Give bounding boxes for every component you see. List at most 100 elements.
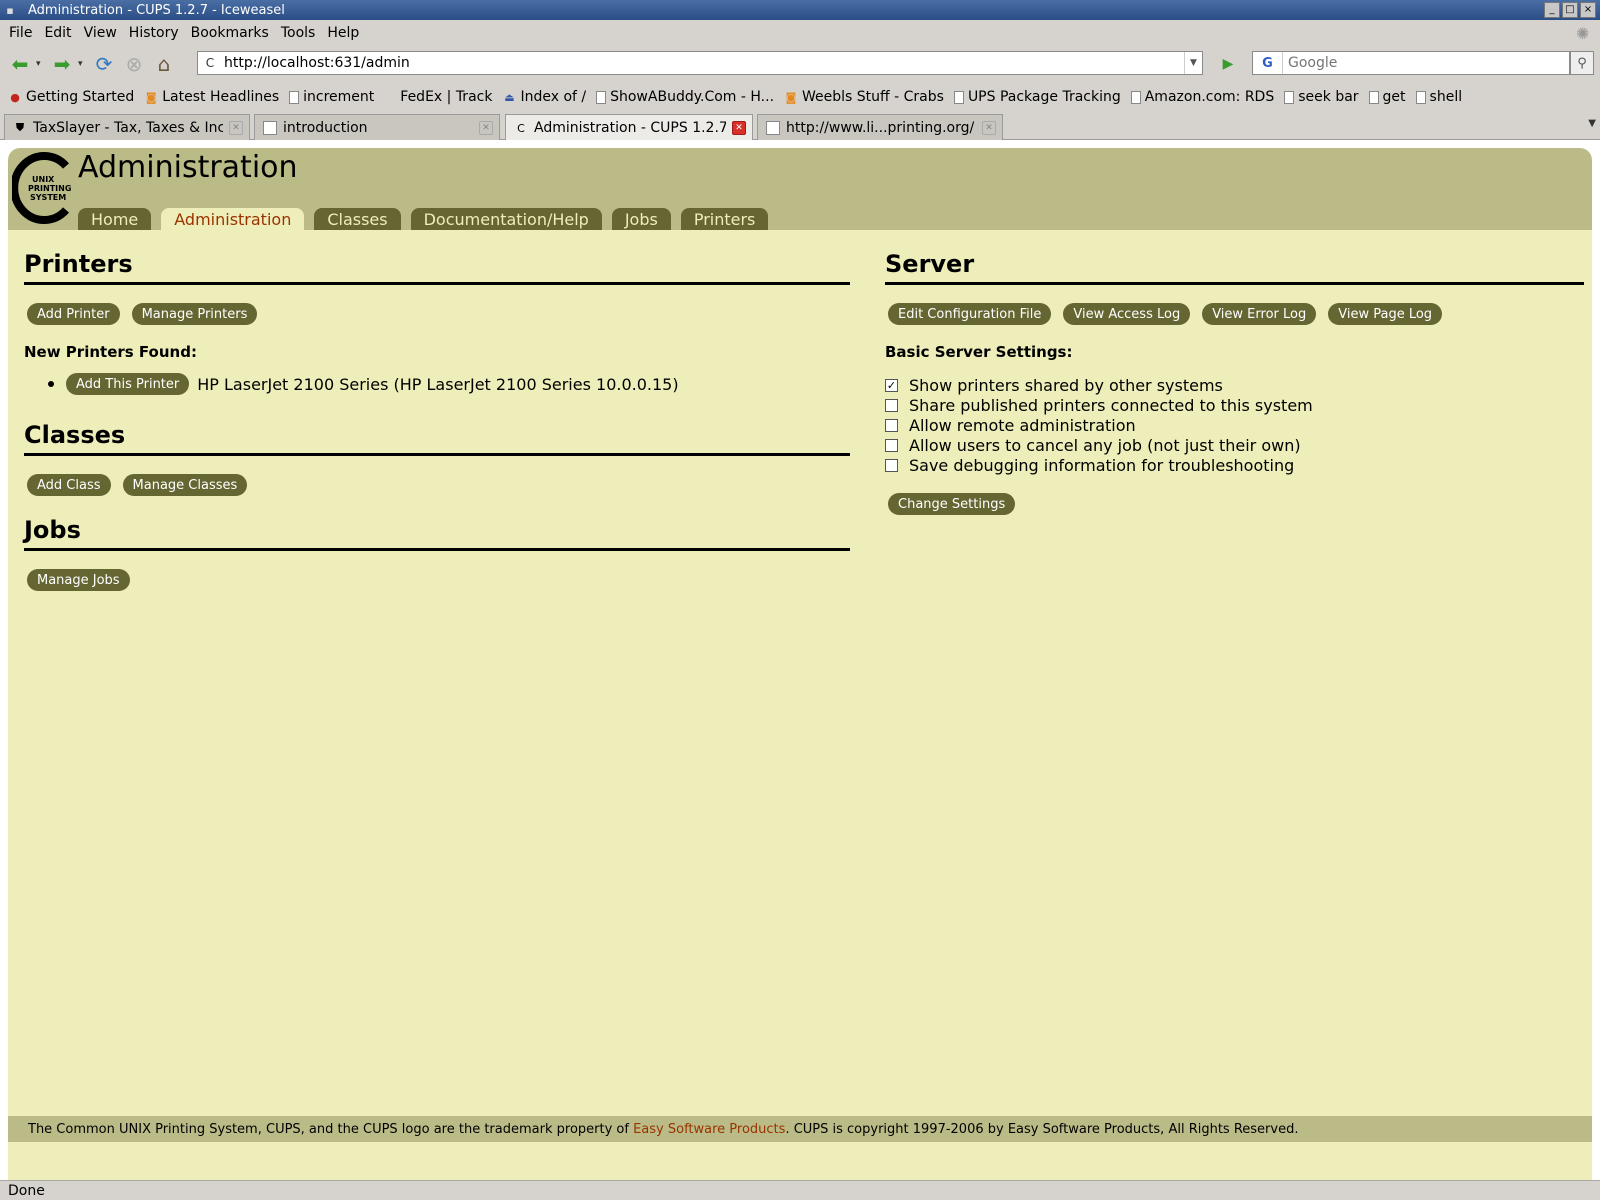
window-menu-icon[interactable]: ▪ (0, 0, 20, 20)
footer-text-pre: The Common UNIX Printing System, CUPS, a… (28, 1121, 634, 1137)
url-input[interactable] (224, 55, 1184, 71)
navtab-home[interactable]: Home (78, 208, 152, 230)
setting-allow-remote-admin: Allow remote administration (885, 415, 1584, 435)
bookmark-amazon-rds[interactable]: Amazon.com: RDS (1130, 89, 1274, 105)
back-history-dropdown-icon[interactable]: ▾ (36, 59, 46, 69)
change-settings-button[interactable]: Change Settings (888, 493, 1016, 515)
google-engine-icon[interactable]: G (1253, 52, 1283, 74)
add-printer-button[interactable]: Add Printer (27, 303, 120, 325)
navtab-documentation-help[interactable]: Documentation/Help (410, 208, 602, 230)
page-icon (1284, 90, 1295, 104)
manage-printers-button[interactable]: Manage Printers (131, 303, 258, 325)
menu-bar: File Edit View History Bookmarks Tools H… (0, 20, 1600, 46)
page-icon (953, 90, 964, 104)
bookmark-latest-headlines[interactable]: ◙ Latest Headlines (144, 89, 279, 105)
navtab-jobs[interactable]: Jobs (611, 208, 671, 230)
reload-icon[interactable]: ⟳ (90, 50, 118, 78)
bookmark-index-of[interactable]: ⏏ Index of / (502, 89, 586, 105)
bookmark-get[interactable]: get (1368, 89, 1406, 105)
menu-file[interactable]: File (4, 25, 37, 41)
right-column: Server Edit Configuration File View Acce… (885, 248, 1584, 533)
left-column: Printers Add Printer Manage Printers New… (24, 248, 850, 609)
close-tab-icon[interactable]: ✕ (479, 120, 493, 135)
iceweasel-icon: ● (10, 90, 20, 104)
bookmark-shell[interactable]: shell (1415, 89, 1462, 105)
new-printers-found-label: New Printers Found: (24, 343, 197, 361)
basic-server-settings-label: Basic Server Settings: (885, 343, 1073, 361)
navtab-classes[interactable]: Classes (314, 208, 401, 230)
menu-tools[interactable]: Tools (276, 25, 321, 41)
add-class-button[interactable]: Add Class (27, 474, 111, 496)
cups-footer: The Common UNIX Printing System, CUPS, a… (8, 1116, 1592, 1142)
checkbox-allow-remote-admin[interactable] (885, 418, 898, 432)
navtab-administration[interactable]: Administration (161, 208, 305, 230)
close-tab-icon[interactable]: ✕ (229, 120, 243, 135)
found-printer-name: HP LaserJet 2100 Series (HP LaserJet 210… (197, 374, 679, 394)
bookmark-seek-bar[interactable]: seek bar (1284, 89, 1359, 105)
bookmark-showabuddy[interactable]: ShowABuddy.Com - H... (596, 89, 774, 105)
server-settings-list: ✓ Show printers shared by other systems … (885, 375, 1584, 475)
cups-header: UNIX PRINTING SYSTEM Administration Home… (8, 148, 1592, 230)
window-title: Administration - CUPS 1.2.7 - Iceweasel (28, 2, 285, 18)
tab-list-dropdown-icon[interactable]: ▼ (1588, 118, 1596, 129)
classes-heading: Classes (24, 419, 850, 456)
bullet-icon (48, 381, 54, 387)
home-icon[interactable]: ⌂ (150, 50, 178, 78)
bookmark-fedex-track[interactable]: FedEx | Track (400, 89, 492, 105)
search-box[interactable]: G (1252, 51, 1570, 75)
menu-help[interactable]: Help (322, 25, 364, 41)
bookmark-weebls-stuff[interactable]: ◙ Weebls Stuff - Crabs (784, 89, 944, 105)
logo-text-system: SYSTEM (30, 193, 66, 202)
tab-taxslayer[interactable]: ⛊ TaxSlayer - Tax, Taxes & Inc... ✕ (4, 114, 250, 140)
tab-linuxprinting[interactable]: http://www.li...printing.org/ ✕ (757, 114, 1003, 140)
manage-classes-button[interactable]: Manage Classes (122, 474, 248, 496)
view-access-log-button[interactable]: View Access Log (1063, 303, 1191, 325)
footer-text-post: . CUPS is copyright 1997-2006 by Easy So… (785, 1121, 1299, 1137)
rss-feed-icon: ◙ (785, 90, 797, 104)
bookmark-getting-started[interactable]: ● Getting Started (8, 89, 134, 105)
tab-cups-administration[interactable]: C Administration - CUPS 1.2.7 ✕ (505, 114, 753, 141)
rss-feed-icon: ◙ (145, 90, 157, 104)
bookmark-ups-tracking[interactable]: UPS Package Tracking (953, 89, 1121, 105)
stop-icon[interactable]: ⊗ (120, 50, 148, 78)
menu-edit[interactable]: Edit (39, 25, 76, 41)
throbber-icon: ✺ (1576, 24, 1590, 43)
search-input[interactable] (1283, 55, 1569, 71)
view-error-log-button[interactable]: View Error Log (1202, 303, 1317, 325)
forward-arrow-icon[interactable]: ➡ (48, 50, 76, 78)
checkbox-allow-cancel-any-job[interactable] (885, 438, 898, 452)
cups-logo-icon[interactable]: UNIX PRINTING SYSTEM (12, 152, 74, 224)
setting-save-debug-info: Save debugging information for troublesh… (885, 455, 1584, 475)
tab-introduction[interactable]: introduction ✕ (254, 114, 500, 140)
bookmark-increment[interactable]: increment (289, 89, 374, 105)
menu-bookmarks[interactable]: Bookmarks (186, 25, 274, 41)
close-tab-icon[interactable]: ✕ (982, 120, 996, 135)
checkbox-share-published-printers[interactable] (885, 398, 898, 412)
close-tab-icon[interactable]: ✕ (732, 121, 746, 135)
checkbox-save-debug-info[interactable] (885, 458, 898, 472)
easy-software-products-link[interactable]: Easy Software Products (633, 1122, 785, 1137)
url-bar[interactable]: C ▼ (197, 51, 1203, 75)
cups-favicon-icon: C (517, 121, 525, 135)
view-page-log-button[interactable]: View Page Log (1328, 303, 1443, 325)
url-dropdown-icon[interactable]: ▼ (1184, 52, 1202, 74)
page-icon (1130, 90, 1141, 104)
go-arrow-icon[interactable]: ▶ (1218, 54, 1238, 74)
taxslayer-favicon-icon: ⛊ (15, 120, 25, 134)
maximize-button[interactable]: □ (1562, 2, 1578, 18)
menu-view[interactable]: View (79, 25, 122, 41)
close-window-button[interactable]: × (1580, 2, 1596, 18)
magnifier-icon[interactable]: ⚲ (1570, 51, 1594, 75)
edit-configuration-file-button[interactable]: Edit Configuration File (888, 303, 1052, 325)
cups-favicon-icon: C (205, 56, 215, 70)
setting-share-published-printers: Share published printers connected to th… (885, 395, 1584, 415)
minimize-button[interactable]: _ (1544, 2, 1560, 18)
forward-history-dropdown-icon[interactable]: ▾ (78, 59, 88, 69)
add-this-printer-button[interactable]: Add This Printer (66, 373, 190, 395)
menu-history[interactable]: History (124, 25, 184, 41)
manage-jobs-button[interactable]: Manage Jobs (27, 569, 130, 591)
back-arrow-icon[interactable]: ⬅ (6, 50, 34, 78)
navtab-printers[interactable]: Printers (680, 208, 769, 230)
logo-text-printing: PRINTING (28, 184, 71, 193)
checkbox-show-shared-printers[interactable]: ✓ (885, 378, 898, 392)
